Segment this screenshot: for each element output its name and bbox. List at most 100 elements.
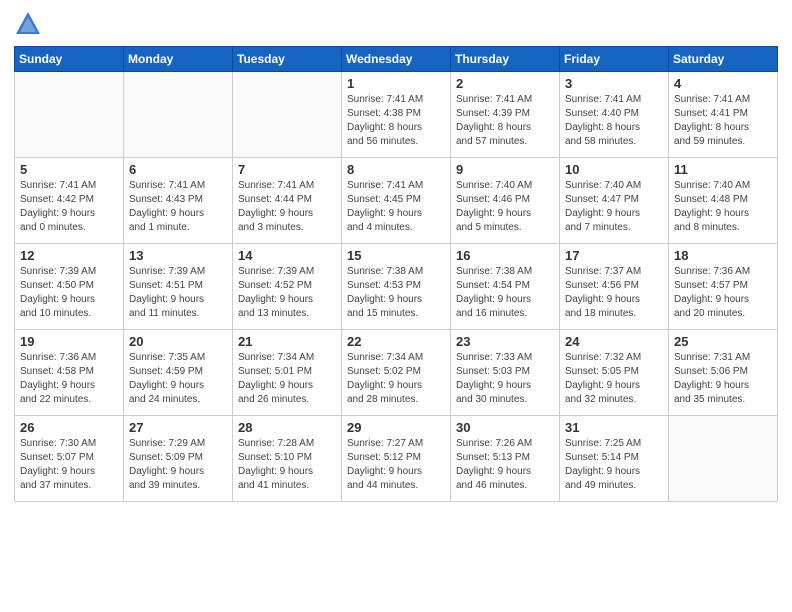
day-info: Sunrise: 7:34 AM Sunset: 5:02 PM Dayligh…	[347, 351, 445, 407]
calendar-day-cell: 19Sunrise: 7:36 AM Sunset: 4:58 PM Dayli…	[15, 330, 124, 416]
day-info: Sunrise: 7:29 AM Sunset: 5:09 PM Dayligh…	[129, 437, 227, 493]
day-number: 24	[565, 334, 663, 349]
calendar-day-cell: 23 Sunrise: 7:33 AM Sunset: 5:03 PM Dayli…	[451, 330, 560, 416]
day-info: Sunrise: 7:35 AM Sunset: 4:59 PM Dayligh…	[129, 351, 227, 407]
calendar-day-cell: 10 Sunrise: 7:40 AM Sunset: 4:47 PM Dayli…	[560, 158, 669, 244]
day-info: Sunrise: 7:41 AM Sunset: 4:40 PM Dayligh…	[565, 93, 663, 149]
day-info: Sunrise: 7:26 AM Sunset: 5:13 PM Dayligh…	[456, 437, 554, 493]
calendar-day-cell: 25 Sunrise: 7:31 AM Sunset: 5:06 PM Dayli…	[669, 330, 778, 416]
weekday-header: Saturday	[669, 47, 778, 72]
day-info: Sunrise: 7:33 AM Sunset: 5:03 PM Dayligh…	[456, 351, 554, 407]
day-number: 13	[129, 248, 227, 263]
day-number: 27	[129, 420, 227, 435]
day-number: 28	[238, 420, 336, 435]
calendar-day-cell: 26Sunrise: 7:30 AM Sunset: 5:07 PM Dayli…	[15, 416, 124, 502]
calendar-day-cell: 15 Sunrise: 7:38 AM Sunset: 4:53 PM Dayli…	[342, 244, 451, 330]
day-info: Sunrise: 7:34 AM Sunset: 5:01 PM Dayligh…	[238, 351, 336, 407]
day-info: Sunrise: 7:36 AM Sunset: 4:58 PM Dayligh…	[20, 351, 118, 407]
day-number: 5	[20, 162, 118, 177]
day-info: Sunrise: 7:25 AM Sunset: 5:14 PM Dayligh…	[565, 437, 663, 493]
calendar-day-cell: 11 Sunrise: 7:40 AM Sunset: 4:48 PM Dayli…	[669, 158, 778, 244]
calendar-day-cell: 17 Sunrise: 7:37 AM Sunset: 4:56 PM Dayli…	[560, 244, 669, 330]
calendar-day-cell	[15, 72, 124, 158]
weekday-header: Sunday	[15, 47, 124, 72]
weekday-header: Friday	[560, 47, 669, 72]
calendar-day-cell: 2 Sunrise: 7:41 AM Sunset: 4:39 PM Daylig…	[451, 72, 560, 158]
calendar-day-cell: 29 Sunrise: 7:27 AM Sunset: 5:12 PM Dayli…	[342, 416, 451, 502]
calendar-day-cell: 30 Sunrise: 7:26 AM Sunset: 5:13 PM Dayli…	[451, 416, 560, 502]
day-info: Sunrise: 7:41 AM Sunset: 4:44 PM Dayligh…	[238, 179, 336, 235]
calendar-day-cell: 28Sunrise: 7:28 AM Sunset: 5:10 PM Dayli…	[233, 416, 342, 502]
calendar-week-row: 26Sunrise: 7:30 AM Sunset: 5:07 PM Dayli…	[15, 416, 778, 502]
weekday-header: Monday	[124, 47, 233, 72]
calendar-day-cell	[233, 72, 342, 158]
day-info: Sunrise: 7:38 AM Sunset: 4:53 PM Dayligh…	[347, 265, 445, 321]
calendar-day-cell: 7 Sunrise: 7:41 AM Sunset: 4:44 PM Daylig…	[233, 158, 342, 244]
calendar-week-row: 12Sunrise: 7:39 AM Sunset: 4:50 PM Dayli…	[15, 244, 778, 330]
day-info: Sunrise: 7:41 AM Sunset: 4:41 PM Dayligh…	[674, 93, 772, 149]
weekday-header: Thursday	[451, 47, 560, 72]
day-number: 11	[674, 162, 772, 177]
day-number: 8	[347, 162, 445, 177]
calendar-header-row: SundayMondayTuesdayWednesdayThursdayFrid…	[15, 47, 778, 72]
day-info: Sunrise: 7:40 AM Sunset: 4:46 PM Dayligh…	[456, 179, 554, 235]
day-number: 1	[347, 76, 445, 91]
calendar-day-cell: 4Sunrise: 7:41 AM Sunset: 4:41 PM Daylig…	[669, 72, 778, 158]
day-number: 12	[20, 248, 118, 263]
day-number: 9	[456, 162, 554, 177]
calendar-day-cell: 14 Sunrise: 7:39 AM Sunset: 4:52 PM Dayli…	[233, 244, 342, 330]
day-number: 16	[456, 248, 554, 263]
calendar-table: SundayMondayTuesdayWednesdayThursdayFrid…	[14, 46, 778, 502]
day-number: 29	[347, 420, 445, 435]
calendar-day-cell: 27 Sunrise: 7:29 AM Sunset: 5:09 PM Dayli…	[124, 416, 233, 502]
day-number: 18	[674, 248, 772, 263]
day-info: Sunrise: 7:30 AM Sunset: 5:07 PM Dayligh…	[20, 437, 118, 493]
calendar-week-row: 5 Sunrise: 7:41 AM Sunset: 4:42 PM Daylig…	[15, 158, 778, 244]
calendar-day-cell	[124, 72, 233, 158]
day-info: Sunrise: 7:40 AM Sunset: 4:47 PM Dayligh…	[565, 179, 663, 235]
day-number: 10	[565, 162, 663, 177]
day-info: Sunrise: 7:41 AM Sunset: 4:43 PM Dayligh…	[129, 179, 227, 235]
calendar-day-cell: 31 Sunrise: 7:25 AM Sunset: 5:14 PM Dayli…	[560, 416, 669, 502]
day-number: 7	[238, 162, 336, 177]
day-info: Sunrise: 7:32 AM Sunset: 5:05 PM Dayligh…	[565, 351, 663, 407]
calendar-week-row: 19Sunrise: 7:36 AM Sunset: 4:58 PM Dayli…	[15, 330, 778, 416]
calendar-day-cell: 3 Sunrise: 7:41 AM Sunset: 4:40 PM Daylig…	[560, 72, 669, 158]
day-info: Sunrise: 7:41 AM Sunset: 4:42 PM Dayligh…	[20, 179, 118, 235]
calendar-day-cell: 22 Sunrise: 7:34 AM Sunset: 5:02 PM Dayli…	[342, 330, 451, 416]
day-number: 6	[129, 162, 227, 177]
calendar-day-cell: 21 Sunrise: 7:34 AM Sunset: 5:01 PM Dayli…	[233, 330, 342, 416]
calendar-day-cell	[669, 416, 778, 502]
day-number: 2	[456, 76, 554, 91]
day-number: 3	[565, 76, 663, 91]
calendar-day-cell: 16Sunrise: 7:38 AM Sunset: 4:54 PM Dayli…	[451, 244, 560, 330]
logo-icon	[14, 10, 42, 38]
calendar-day-cell: 6 Sunrise: 7:41 AM Sunset: 4:43 PM Daylig…	[124, 158, 233, 244]
day-number: 23	[456, 334, 554, 349]
page-container: SundayMondayTuesdayWednesdayThursdayFrid…	[0, 0, 792, 508]
calendar-day-cell: 12Sunrise: 7:39 AM Sunset: 4:50 PM Dayli…	[15, 244, 124, 330]
calendar-day-cell: 5 Sunrise: 7:41 AM Sunset: 4:42 PM Daylig…	[15, 158, 124, 244]
day-number: 22	[347, 334, 445, 349]
calendar-day-cell: 1Sunrise: 7:41 AM Sunset: 4:38 PM Daylig…	[342, 72, 451, 158]
day-number: 30	[456, 420, 554, 435]
day-number: 17	[565, 248, 663, 263]
day-info: Sunrise: 7:41 AM Sunset: 4:45 PM Dayligh…	[347, 179, 445, 235]
day-info: Sunrise: 7:27 AM Sunset: 5:12 PM Dayligh…	[347, 437, 445, 493]
day-number: 21	[238, 334, 336, 349]
calendar-day-cell: 9 Sunrise: 7:40 AM Sunset: 4:46 PM Daylig…	[451, 158, 560, 244]
calendar-day-cell: 24 Sunrise: 7:32 AM Sunset: 5:05 PM Dayli…	[560, 330, 669, 416]
day-info: Sunrise: 7:39 AM Sunset: 4:52 PM Dayligh…	[238, 265, 336, 321]
day-info: Sunrise: 7:36 AM Sunset: 4:57 PM Dayligh…	[674, 265, 772, 321]
day-info: Sunrise: 7:40 AM Sunset: 4:48 PM Dayligh…	[674, 179, 772, 235]
calendar-day-cell: 20Sunrise: 7:35 AM Sunset: 4:59 PM Dayli…	[124, 330, 233, 416]
calendar-day-cell: 8 Sunrise: 7:41 AM Sunset: 4:45 PM Daylig…	[342, 158, 451, 244]
day-number: 31	[565, 420, 663, 435]
day-info: Sunrise: 7:37 AM Sunset: 4:56 PM Dayligh…	[565, 265, 663, 321]
day-info: Sunrise: 7:31 AM Sunset: 5:06 PM Dayligh…	[674, 351, 772, 407]
day-number: 14	[238, 248, 336, 263]
day-number: 15	[347, 248, 445, 263]
day-number: 25	[674, 334, 772, 349]
logo	[14, 10, 46, 38]
day-info: Sunrise: 7:41 AM Sunset: 4:39 PM Dayligh…	[456, 93, 554, 149]
